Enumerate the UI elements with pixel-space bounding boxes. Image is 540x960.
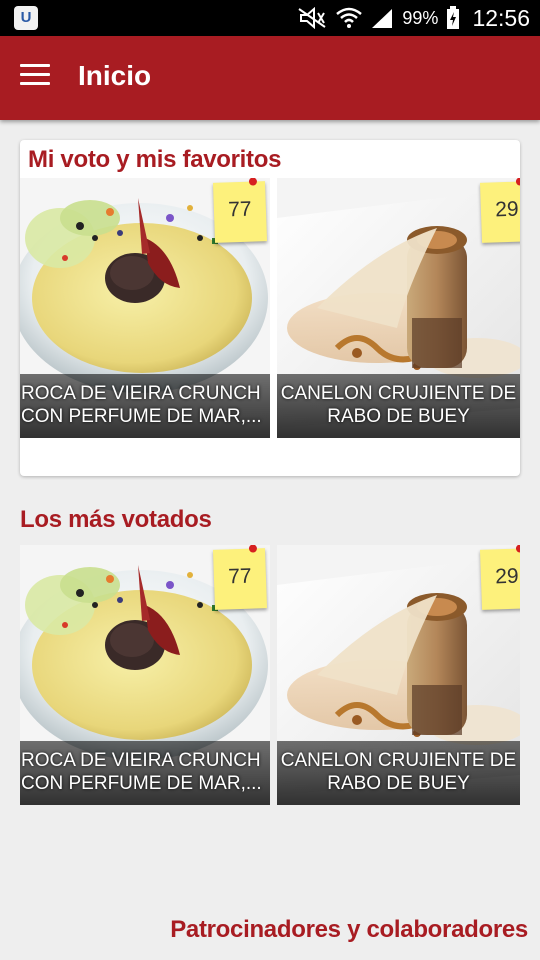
pin-icon (515, 178, 520, 186)
vote-count: 77 (227, 564, 252, 589)
status-bar: U 99% 12:56 (0, 0, 540, 36)
dish-caption-bar: ROCA DE VIEIRA CRUNCH CON PERFUME DE MAR… (20, 741, 270, 805)
vote-count: 77 (227, 197, 252, 222)
app-notification-icon: U (14, 6, 38, 30)
wifi-icon (336, 7, 363, 28)
hamburger-menu-icon[interactable] (20, 64, 50, 88)
favorite-dish-tile-2[interactable]: 29 CANELON CRUJIENTE DE RABO DE BUEY (277, 178, 520, 438)
status-indicators: 99% 12:56 (298, 0, 530, 36)
battery-level: 99% (402, 7, 439, 28)
favorites-section-title: Mi voto y mis favoritos (28, 146, 282, 173)
vote-count-note: 77 (212, 545, 268, 610)
sponsors-section-title[interactable]: Patrocinadores y colaboradores (170, 916, 528, 944)
favorites-card: Mi voto y mis favoritos 77 ROCA DE VIEIR… (20, 140, 520, 476)
dish-name: ROCA DE VIEIRA CRUNCH CON PERFUME DE MAR… (21, 750, 262, 794)
top-voted-section-title: Los más votados (20, 506, 212, 533)
vote-count-note: 77 (212, 178, 268, 243)
app-toolbar: Inicio (0, 36, 540, 120)
battery-charging-icon (447, 6, 460, 29)
mute-icon (298, 7, 326, 29)
favorite-dish-tile-1[interactable]: 77 ROCA DE VIEIRA CRUNCH CON PERFUME DE … (20, 178, 270, 438)
vote-count-note: 29 (479, 178, 520, 243)
dish-caption-bar: CANELON CRUJIENTE DE RABO DE BUEY (277, 374, 520, 438)
dish-name: ROCA DE VIEIRA CRUNCH CON PERFUME DE MAR… (21, 383, 262, 427)
page-title: Inicio (78, 60, 152, 91)
clock: 12:56 (472, 4, 530, 31)
dish-caption-bar: ROCA DE VIEIRA CRUNCH CON PERFUME DE MAR… (20, 374, 270, 438)
top-voted-dish-tile-1[interactable]: 77 ROCA DE VIEIRA CRUNCH CON PERFUME DE … (20, 545, 270, 805)
vote-count-note: 29 (479, 545, 520, 610)
vote-count: 29 (494, 564, 519, 589)
dish-caption-bar: CANELON CRUJIENTE DE RABO DE BUEY (277, 741, 520, 805)
signal-icon (372, 9, 393, 28)
pin-icon (248, 545, 257, 553)
top-voted-dish-tile-2[interactable]: 29 CANELON CRUJIENTE DE RABO DE BUEY (277, 545, 520, 805)
pin-icon (515, 545, 520, 553)
pin-icon (248, 178, 257, 186)
dish-name: CANELON CRUJIENTE DE RABO DE BUEY (280, 383, 517, 427)
dish-name: CANELON CRUJIENTE DE RABO DE BUEY (280, 750, 517, 794)
vote-count: 29 (494, 197, 519, 222)
